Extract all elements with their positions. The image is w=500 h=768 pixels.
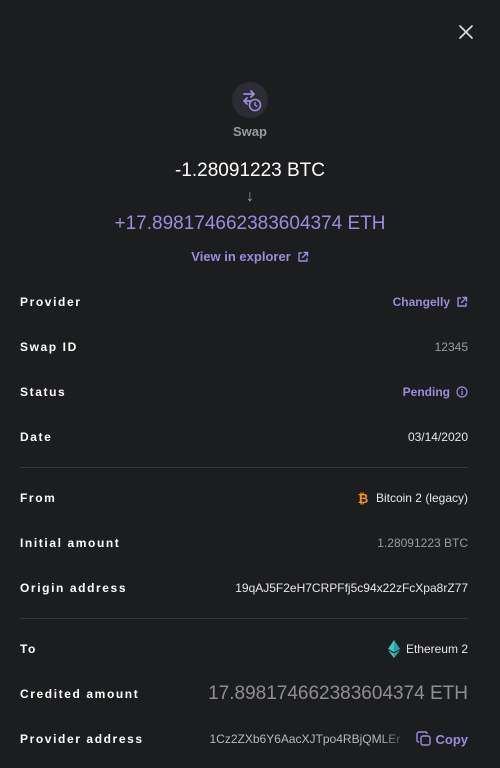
bitcoin-icon: ₿ bbox=[358, 492, 369, 505]
origin-address-label: Origin address bbox=[20, 581, 128, 595]
date-row: Date 03/14/2020 bbox=[20, 427, 468, 447]
date-value: 03/14/2020 bbox=[407, 430, 468, 444]
status-value-group[interactable]: Pending bbox=[403, 385, 468, 399]
sent-amount: -1.28091223 BTC bbox=[175, 160, 325, 181]
copy-icon bbox=[415, 731, 431, 746]
arrow-down-icon: ↓ bbox=[246, 188, 254, 205]
info-icon bbox=[456, 386, 468, 398]
operation-type-label: Swap bbox=[233, 124, 267, 139]
operation-header: Swap bbox=[0, 82, 500, 139]
provider-link[interactable]: Changelly bbox=[393, 295, 468, 309]
close-icon bbox=[459, 25, 473, 39]
provider-address-row: Provider address 1Cz2ZXb6Y6AacXJTpo4RBjQ… bbox=[20, 729, 468, 749]
provider-address-group: 1Cz2ZXb6Y6AacXJTpo4RBjQMLEr Copy bbox=[209, 731, 469, 747]
external-link-icon bbox=[298, 251, 308, 262]
to-label: To bbox=[20, 642, 37, 656]
swap-operation-icon bbox=[232, 82, 268, 118]
swap-id-value: 12345 bbox=[434, 340, 468, 354]
view-in-explorer-link[interactable]: View in explorer bbox=[0, 249, 500, 264]
ethereum-icon bbox=[387, 640, 400, 658]
from-label: From bbox=[20, 491, 57, 505]
provider-label: Provider bbox=[20, 295, 82, 309]
to-row: To Ethereum 2 bbox=[20, 639, 468, 659]
from-account-name: Bitcoin 2 (legacy) bbox=[375, 491, 468, 505]
swap-id-row: Swap ID 12345 bbox=[20, 337, 468, 357]
external-link-icon bbox=[457, 296, 468, 307]
view-in-explorer-label: View in explorer bbox=[191, 249, 291, 264]
copy-button[interactable]: Copy bbox=[415, 731, 469, 747]
credited-amount-row: Credited amount 17.898174662383604374 ET… bbox=[20, 683, 468, 704]
close-button[interactable] bbox=[456, 22, 476, 42]
date-label: Date bbox=[20, 430, 53, 444]
status-value: Pending bbox=[402, 385, 450, 399]
from-row: From ₿ Bitcoin 2 (legacy) bbox=[20, 488, 468, 508]
section-divider bbox=[20, 618, 468, 619]
swap-id-label: Swap ID bbox=[20, 340, 78, 354]
origin-address-row: Origin address 19qAJ5F2eH7CRPFfj5c94x22z… bbox=[20, 578, 468, 598]
section-divider bbox=[20, 467, 468, 468]
credited-amount-label: Credited amount bbox=[20, 687, 140, 701]
provider-value: Changelly bbox=[392, 295, 450, 309]
origin-address-value: 19qAJ5F2eH7CRPFfj5c94x22zFcXpa8rZ77 bbox=[235, 581, 468, 595]
initial-amount-label: Initial amount bbox=[20, 536, 121, 550]
initial-amount-row: Initial amount 1.28091223 BTC bbox=[20, 533, 468, 553]
status-row: Status Pending bbox=[20, 382, 468, 402]
provider-address-label: Provider address bbox=[20, 732, 144, 746]
provider-row: Provider Changelly bbox=[20, 292, 468, 312]
to-account[interactable]: Ethereum 2 bbox=[387, 640, 468, 658]
copy-label: Copy bbox=[435, 731, 469, 747]
status-label: Status bbox=[20, 385, 67, 399]
from-account[interactable]: ₿ Bitcoin 2 (legacy) bbox=[356, 491, 468, 505]
swap-clock-icon bbox=[243, 90, 262, 112]
received-amount: +17.898174662383604374 ETH bbox=[114, 213, 386, 234]
to-account-name: Ethereum 2 bbox=[405, 642, 468, 656]
svg-text:₿: ₿ bbox=[358, 492, 369, 505]
credited-amount-value: 17.898174662383604374 ETH bbox=[208, 683, 468, 704]
initial-amount-value: 1.28091223 BTC bbox=[377, 536, 468, 550]
provider-address-value: 1Cz2ZXb6Y6AacXJTpo4RBjQMLEr bbox=[209, 732, 401, 746]
